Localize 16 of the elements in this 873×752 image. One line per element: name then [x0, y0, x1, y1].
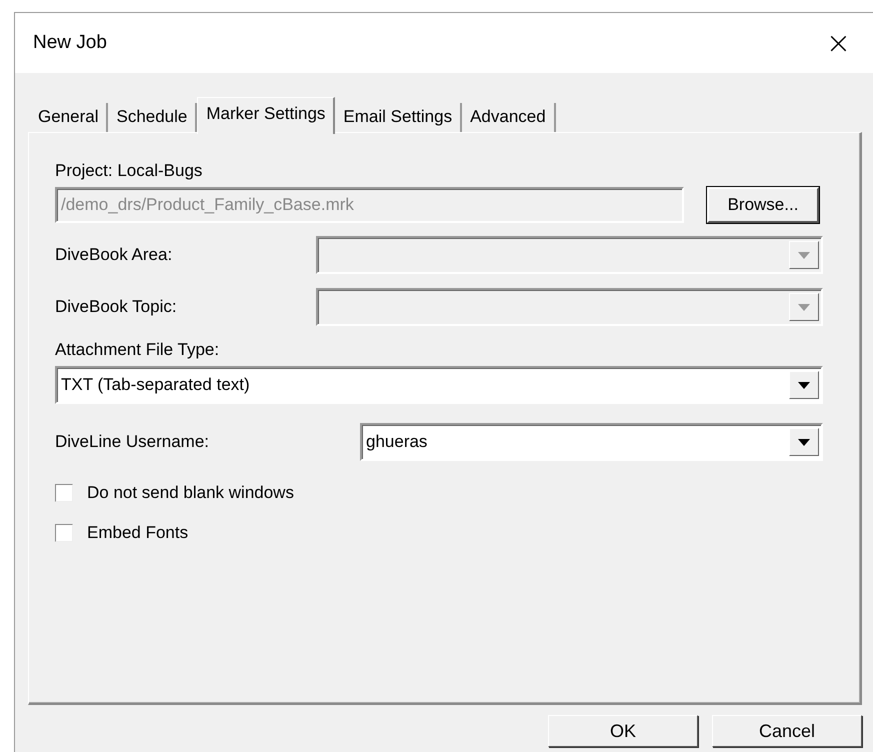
dropdown-value: ghueras [366, 432, 428, 452]
dialog-button[interactable]: Cancel [712, 715, 862, 747]
project-label: Project: Local-Bugs [55, 161, 204, 181]
field-label: DiveBook Area: [55, 245, 174, 265]
close-button[interactable]: × [820, 26, 857, 60]
dropdown-value: TXT (Tab-separated text) [61, 375, 250, 395]
tab[interactable]: Marker Settings [197, 97, 336, 134]
dropdown[interactable]: ghueras [360, 423, 823, 461]
field-label: DiveLine Username: [55, 432, 210, 452]
window-title: New Job [33, 32, 107, 54]
field-label: DiveBook Topic: [55, 297, 178, 317]
dialog-button[interactable]: OK [548, 715, 698, 747]
checkbox-label: Do not send blank windows [87, 483, 294, 503]
dropdown[interactable]: TXT (Tab-separated text) [55, 366, 823, 404]
field-label: Attachment File Type: [55, 340, 220, 360]
checkbox-label: Embed Fonts [87, 523, 188, 543]
